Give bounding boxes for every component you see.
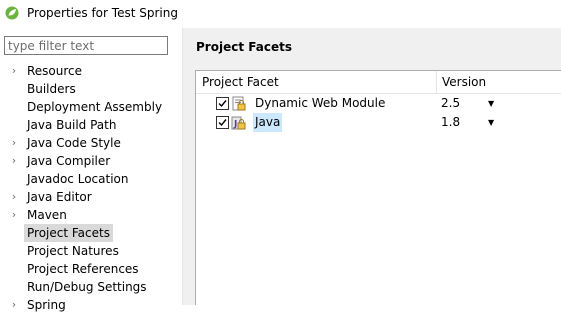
dropdown-arrow-icon[interactable]: ▼ — [488, 94, 494, 113]
tree-item-label: Builders — [27, 82, 76, 96]
checkmark-icon — [218, 100, 227, 108]
window-title: Properties for Test Spring — [27, 6, 178, 20]
facets-table: Project Facet Version Dynamic Web Module… — [195, 70, 561, 305]
tree-item-label: Javadoc Location — [27, 172, 129, 186]
column-header-version[interactable]: Version — [436, 71, 486, 93]
tree-item-spring[interactable]: › Spring — [0, 296, 182, 314]
tree-item-run-debug-settings[interactable]: Run/Debug Settings — [0, 278, 182, 296]
content-panel: Project Facets Project Facet Version Dyn… — [183, 28, 561, 305]
column-header-project-facet[interactable]: Project Facet — [196, 71, 279, 93]
tree-item-label: Resource — [27, 64, 83, 78]
tree-item-java-compiler[interactable]: › Java Compiler — [0, 152, 182, 170]
facet-checkbox[interactable] — [216, 97, 229, 110]
tree-item-label: Project Facets — [24, 224, 113, 242]
tree-item-java-editor[interactable]: › Java Editor — [0, 188, 182, 206]
table-row[interactable]: Dynamic Web Module 2.5 ▼ — [196, 94, 561, 113]
chevron-right-icon[interactable]: › — [9, 152, 19, 170]
facet-name: Dynamic Web Module — [255, 96, 386, 110]
table-header: Project Facet Version — [196, 71, 561, 94]
chevron-right-icon[interactable]: › — [9, 206, 19, 224]
filter-input[interactable] — [4, 36, 168, 55]
tree-item-label: Run/Debug Settings — [27, 280, 147, 294]
tree-item-resource[interactable]: › Resource — [0, 62, 182, 80]
svg-text:J: J — [233, 120, 237, 130]
tree-item-label: Java Code Style — [27, 136, 121, 150]
spring-app-icon — [5, 6, 19, 20]
tree-item-project-references[interactable]: Project References — [0, 260, 182, 278]
chevron-right-icon[interactable]: › — [9, 188, 19, 206]
checkmark-icon — [218, 119, 227, 127]
version-value[interactable]: 1.8 — [441, 113, 460, 132]
tree-item-deployment-assembly[interactable]: Deployment Assembly — [0, 98, 182, 116]
tree-item-java-code-style[interactable]: › Java Code Style — [0, 134, 182, 152]
tree-item-project-facets[interactable]: Project Facets — [0, 224, 182, 242]
facet-name: Java — [253, 113, 283, 132]
tree-item-label: Java Editor — [27, 190, 92, 204]
property-page-tree: › Resource Builders Deployment Assembly … — [0, 62, 182, 314]
web-module-icon — [232, 96, 246, 111]
dropdown-arrow-icon[interactable]: ▼ — [488, 113, 494, 132]
tree-item-label: Project References — [27, 262, 139, 276]
chevron-right-icon[interactable]: › — [9, 134, 19, 152]
version-value[interactable]: 2.5 — [441, 94, 460, 113]
tree-item-label: Java Build Path — [27, 118, 117, 132]
tree-item-java-build-path[interactable]: Java Build Path — [0, 116, 182, 134]
tree-item-label: Spring — [27, 298, 66, 312]
sidebar: › Resource Builders Deployment Assembly … — [0, 28, 182, 312]
tree-item-javadoc-location[interactable]: Javadoc Location — [0, 170, 182, 188]
tree-item-label: Maven — [27, 208, 67, 222]
chevron-right-icon[interactable]: › — [9, 62, 19, 80]
tree-item-builders[interactable]: Builders — [0, 80, 182, 98]
tree-item-maven[interactable]: › Maven — [0, 206, 182, 224]
tree-item-label: Project Natures — [27, 244, 119, 258]
page-title: Project Facets — [196, 40, 292, 54]
chevron-right-icon[interactable]: › — [9, 296, 19, 314]
tree-item-label: Deployment Assembly — [27, 100, 163, 114]
tree-item-label: Java Compiler — [27, 154, 111, 168]
tree-item-project-natures[interactable]: Project Natures — [0, 242, 182, 260]
java-facet-icon: J — [231, 116, 246, 130]
table-row[interactable]: J Java 1.8 ▼ — [196, 113, 561, 132]
facet-checkbox[interactable] — [216, 116, 229, 129]
title-bar: Properties for Test Spring — [0, 0, 561, 28]
